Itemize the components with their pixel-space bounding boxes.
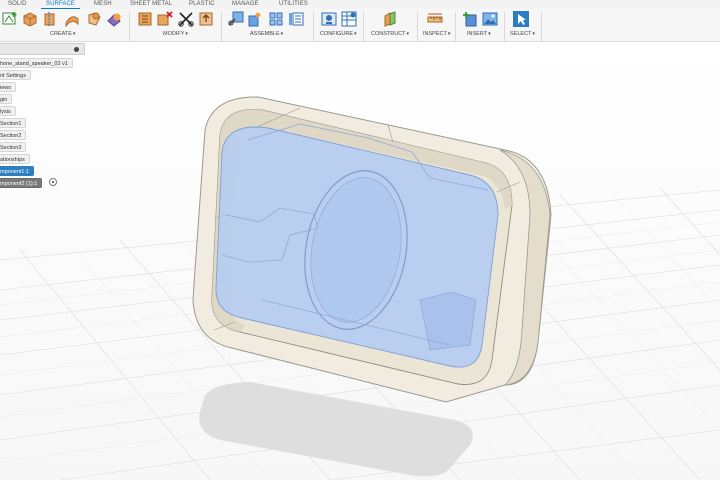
patch-icon[interactable] [106,11,122,27]
tab-manage[interactable]: MANAGE [232,0,259,9]
new-sketch-icon[interactable] [2,11,18,27]
tree-item-relationships[interactable]: ationships [0,154,30,164]
tab-surface[interactable]: SURFACE [40,0,81,9]
tab-sheet-metal[interactable]: SHEET METAL [130,0,172,9]
pin-icon[interactable] [74,47,79,52]
activate-component-icon[interactable] [49,178,57,186]
divider [129,12,130,46]
divider [455,12,456,46]
toolbar-ribbon: CREATE▾ MODIFY▾ ASSEMBLE▾ CONFIGURE▾ CON… [0,9,720,46]
3d-viewport[interactable] [0,42,720,480]
tree-item-component2[interactable]: mponent2 (1):1 [0,178,43,188]
browser-panel-header[interactable] [0,43,85,55]
insert-derive-icon[interactable] [462,11,478,27]
workspace-tab-bar: SOLID SURFACE MESH SHEET METAL PLASTIC M… [0,0,720,9]
new-component-icon[interactable] [228,11,244,27]
tree-item-component1[interactable]: mponent1:1 [0,166,35,176]
tree-item-section1[interactable]: Section1 [0,118,27,128]
extend-icon[interactable] [198,11,214,27]
sweep-icon[interactable] [64,11,80,27]
divider [221,12,222,46]
assemble-menu[interactable]: ASSEMBLE▾ [250,30,283,38]
tab-plastic[interactable]: PLASTIC [189,0,215,9]
divider [313,12,314,46]
tree-item-root-document[interactable]: hone_stand_speaker_02 v1 [0,58,73,68]
select-menu[interactable]: SELECT▾ [510,30,535,38]
tree-item-document-settings[interactable]: nt Settings [0,70,31,80]
tree-item-origin[interactable]: gin [0,94,13,104]
configure-menu[interactable]: CONFIGURE▾ [320,30,357,38]
joint-icon[interactable] [248,11,264,27]
tree-item-named-views[interactable]: iews [0,82,17,92]
divider [417,12,418,46]
as-built-joint-icon[interactable] [268,11,284,27]
loft-icon[interactable] [86,11,102,27]
divider [504,12,505,46]
tree-item-analysis[interactable]: lysis [0,106,16,116]
modify-menu[interactable]: MODIFY▾ [163,30,188,38]
split-icon[interactable] [178,11,194,27]
revolve-icon[interactable] [42,11,58,27]
create-menu[interactable]: CREATE▾ [50,30,75,38]
configuration-table-icon[interactable] [341,11,357,27]
insert-menu[interactable]: INSERT▾ [467,30,491,38]
extrude-icon[interactable] [22,11,38,27]
divider [363,12,364,46]
offset-plane-icon[interactable] [382,11,398,27]
configure-design-icon[interactable] [321,11,337,27]
tab-solid[interactable]: SOLID [8,0,27,9]
rigid-group-icon[interactable] [288,11,304,27]
delete-icon[interactable] [157,11,173,27]
inspect-menu[interactable]: INSPECT▾ [423,30,450,38]
tree-item-section2[interactable]: Section2 [0,130,27,140]
tree-item-section3[interactable]: Section3 [0,142,27,152]
tab-mesh[interactable]: MESH [94,0,112,9]
measure-icon[interactable] [427,11,443,27]
press-pull-icon[interactable] [137,11,153,27]
insert-image-icon[interactable] [482,11,498,27]
select-icon[interactable] [513,11,529,27]
divider [541,12,542,46]
tab-utilities[interactable]: UTILITIES [279,0,308,9]
construct-menu[interactable]: CONSTRUCT▾ [371,30,409,38]
